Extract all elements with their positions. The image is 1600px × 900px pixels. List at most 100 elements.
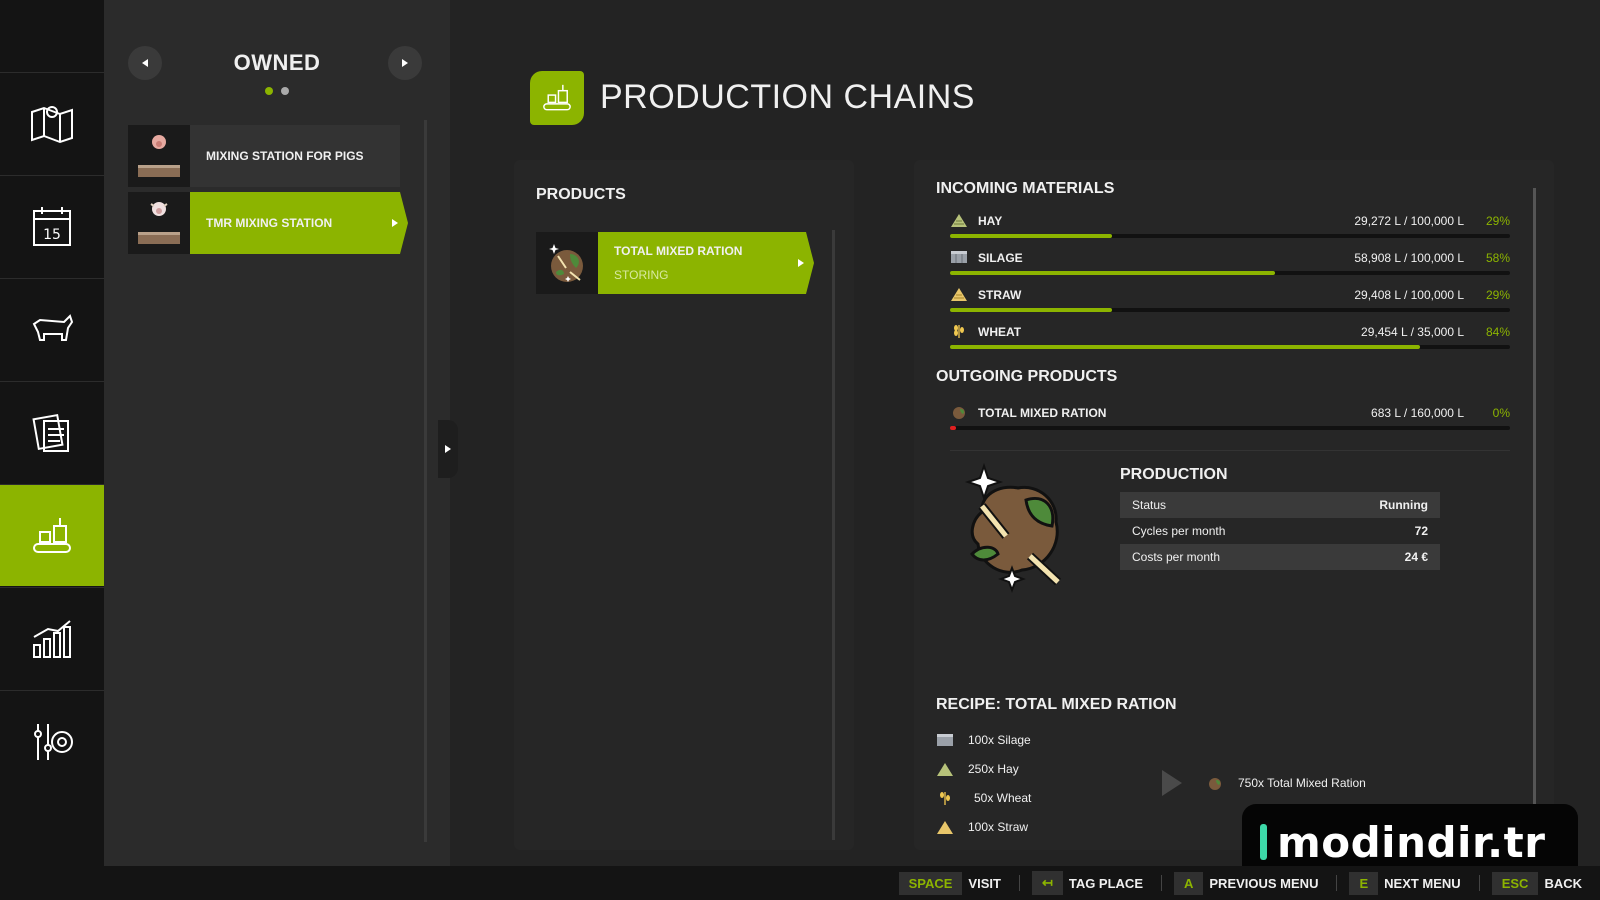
- arrow-right-icon: [402, 59, 408, 67]
- action-previous-menu[interactable]: PREVIOUS MENU: [1209, 876, 1318, 891]
- material-row-wheat: WHEAT 29,454 L / 35,000 L 84%: [950, 319, 1510, 355]
- station-thumbnail: [128, 192, 190, 254]
- silage-icon: [937, 734, 953, 746]
- material-percent: 29%: [1485, 288, 1510, 302]
- material-fill-bar: [950, 271, 1510, 275]
- action-visit[interactable]: VISIT: [968, 876, 1001, 891]
- product-thumbnail: [536, 232, 598, 294]
- material-fill: [950, 345, 1421, 349]
- product-output-bar: [950, 426, 1510, 430]
- next-page-button[interactable]: [388, 46, 422, 80]
- material-name: WHEAT: [978, 325, 1022, 339]
- material-fill: [950, 234, 1113, 238]
- details-panel: INCOMING MATERIALS HAY 29,272 L / 100,00…: [914, 160, 1554, 850]
- recipe-input-label: 250x Hay: [968, 762, 1019, 776]
- owned-scrollbar[interactable]: [424, 120, 427, 842]
- menu-rail: 15: [0, 0, 112, 866]
- recipe-input-label: 100x Silage: [968, 733, 1031, 747]
- row-value: Running: [1379, 498, 1428, 512]
- wheat-icon: [940, 792, 950, 805]
- material-fill-bar: [950, 234, 1510, 238]
- map-icon: [31, 105, 73, 143]
- material-fill-bar: [950, 345, 1510, 349]
- material-amount: 29,454 L / 35,000 L: [1361, 325, 1464, 339]
- collapse-panel-button[interactable]: [438, 420, 458, 478]
- key-a[interactable]: A: [1174, 871, 1204, 895]
- key-space[interactable]: SPACE: [898, 871, 963, 895]
- material-percent: 29%: [1485, 214, 1510, 228]
- silage-icon: [951, 251, 967, 263]
- recipe-output: 750x Total Mixed Ration: [1206, 775, 1366, 791]
- rail-item-settings[interactable]: [0, 690, 104, 792]
- products-scrollbar[interactable]: [832, 230, 835, 840]
- recipe-heading: RECIPE: TOTAL MIXED RATION: [936, 696, 1177, 713]
- rail-item-calendar[interactable]: 15: [0, 175, 104, 277]
- cow-icon: [32, 313, 74, 341]
- row-label: Cycles per month: [1132, 524, 1226, 538]
- rail-item-contracts[interactable]: [0, 381, 104, 483]
- row-label: Status: [1132, 498, 1167, 512]
- pig-icon: [138, 135, 180, 177]
- material-row-straw: STRAW 29,408 L / 100,000 L 29%: [950, 282, 1510, 318]
- material-amount: 29,272 L / 100,000 L: [1354, 214, 1464, 228]
- material-row-silage: SILAGE 58,908 L / 100,000 L 58%: [950, 245, 1510, 281]
- chevron-right-icon: [798, 259, 804, 267]
- rail-item-production[interactable]: [0, 484, 112, 586]
- divider: [950, 450, 1510, 451]
- material-amount: 58,908 L / 100,000 L: [1354, 251, 1464, 265]
- details-scrollbar[interactable]: [1533, 188, 1536, 808]
- production-chains-icon: [530, 71, 584, 125]
- chevron-right-icon: [392, 219, 398, 227]
- material-fill-bar: [950, 308, 1510, 312]
- rail-item-map[interactable]: [0, 72, 104, 174]
- product-name: TOTAL MIXED RATION: [614, 244, 743, 258]
- page-dot-2[interactable]: [281, 87, 289, 95]
- watermark-text: modindir.tr: [1277, 817, 1546, 867]
- output-row-tmr: TOTAL MIXED RATION 683 L / 160,000 L 0%: [950, 400, 1510, 436]
- rail-item-animals[interactable]: [0, 278, 104, 380]
- recipe-input-straw: 100x Straw: [936, 819, 1028, 835]
- key-tag[interactable]: ↤: [1031, 871, 1063, 895]
- production-table: Status Running Cycles per month 72 Costs…: [1120, 492, 1440, 570]
- production-heading: PRODUCTION: [1120, 466, 1228, 483]
- recipe-input-label: 100x Straw: [968, 820, 1029, 834]
- selection-pointer: [806, 232, 814, 294]
- separator: [1478, 875, 1480, 891]
- station-label: TMR MIXING STATION: [206, 216, 333, 230]
- station-item-tmr[interactable]: TMR MIXING STATION: [128, 192, 408, 254]
- separator: [1161, 875, 1162, 891]
- rail-item-statistics[interactable]: [0, 587, 104, 689]
- separator: [1336, 875, 1338, 891]
- settings-icon: [34, 723, 73, 760]
- recipe-output-label: 750x Total Mixed Ration: [1238, 776, 1366, 790]
- action-back[interactable]: BACK: [1544, 876, 1582, 891]
- products-heading: PRODUCTS: [536, 186, 626, 203]
- watermark-bar: [1260, 824, 1267, 860]
- material-name: SILAGE: [978, 251, 1023, 265]
- key-e[interactable]: E: [1349, 871, 1379, 895]
- production-row-costs: Costs per month 24 €: [1120, 544, 1440, 570]
- statistics-icon: [33, 619, 71, 658]
- product-output-name: TOTAL MIXED RATION: [978, 406, 1107, 420]
- incoming-heading: INCOMING MATERIALS: [936, 180, 1115, 197]
- key-esc[interactable]: ESC: [1491, 871, 1539, 895]
- product-item-tmr[interactable]: TOTAL MIXED RATION STORING: [536, 232, 814, 294]
- material-percent: 84%: [1485, 325, 1510, 339]
- station-thumbnail: [128, 125, 190, 187]
- recipe-input-silage: 100x Silage: [936, 732, 1031, 748]
- row-label: Costs per month: [1132, 550, 1221, 564]
- station-item-pigs[interactable]: MIXING STATION FOR PIGS: [128, 125, 400, 187]
- selection-pointer: [400, 192, 408, 254]
- tmr-large-icon: [964, 462, 1062, 593]
- action-next-menu[interactable]: NEXT MENU: [1384, 876, 1461, 891]
- hay-icon: [951, 214, 967, 227]
- hay-icon: [937, 763, 953, 776]
- product-text: TOTAL MIXED RATION STORING: [614, 232, 742, 294]
- action-tag-place[interactable]: TAG PLACE: [1069, 876, 1143, 891]
- arrow-right-icon: [445, 445, 451, 453]
- page-dot-1[interactable]: [265, 87, 273, 95]
- production-row-cycles: Cycles per month 72: [1120, 518, 1440, 544]
- svg-text:15: 15: [43, 227, 61, 243]
- page-dots: [104, 87, 450, 95]
- product-status: STORING: [614, 268, 669, 282]
